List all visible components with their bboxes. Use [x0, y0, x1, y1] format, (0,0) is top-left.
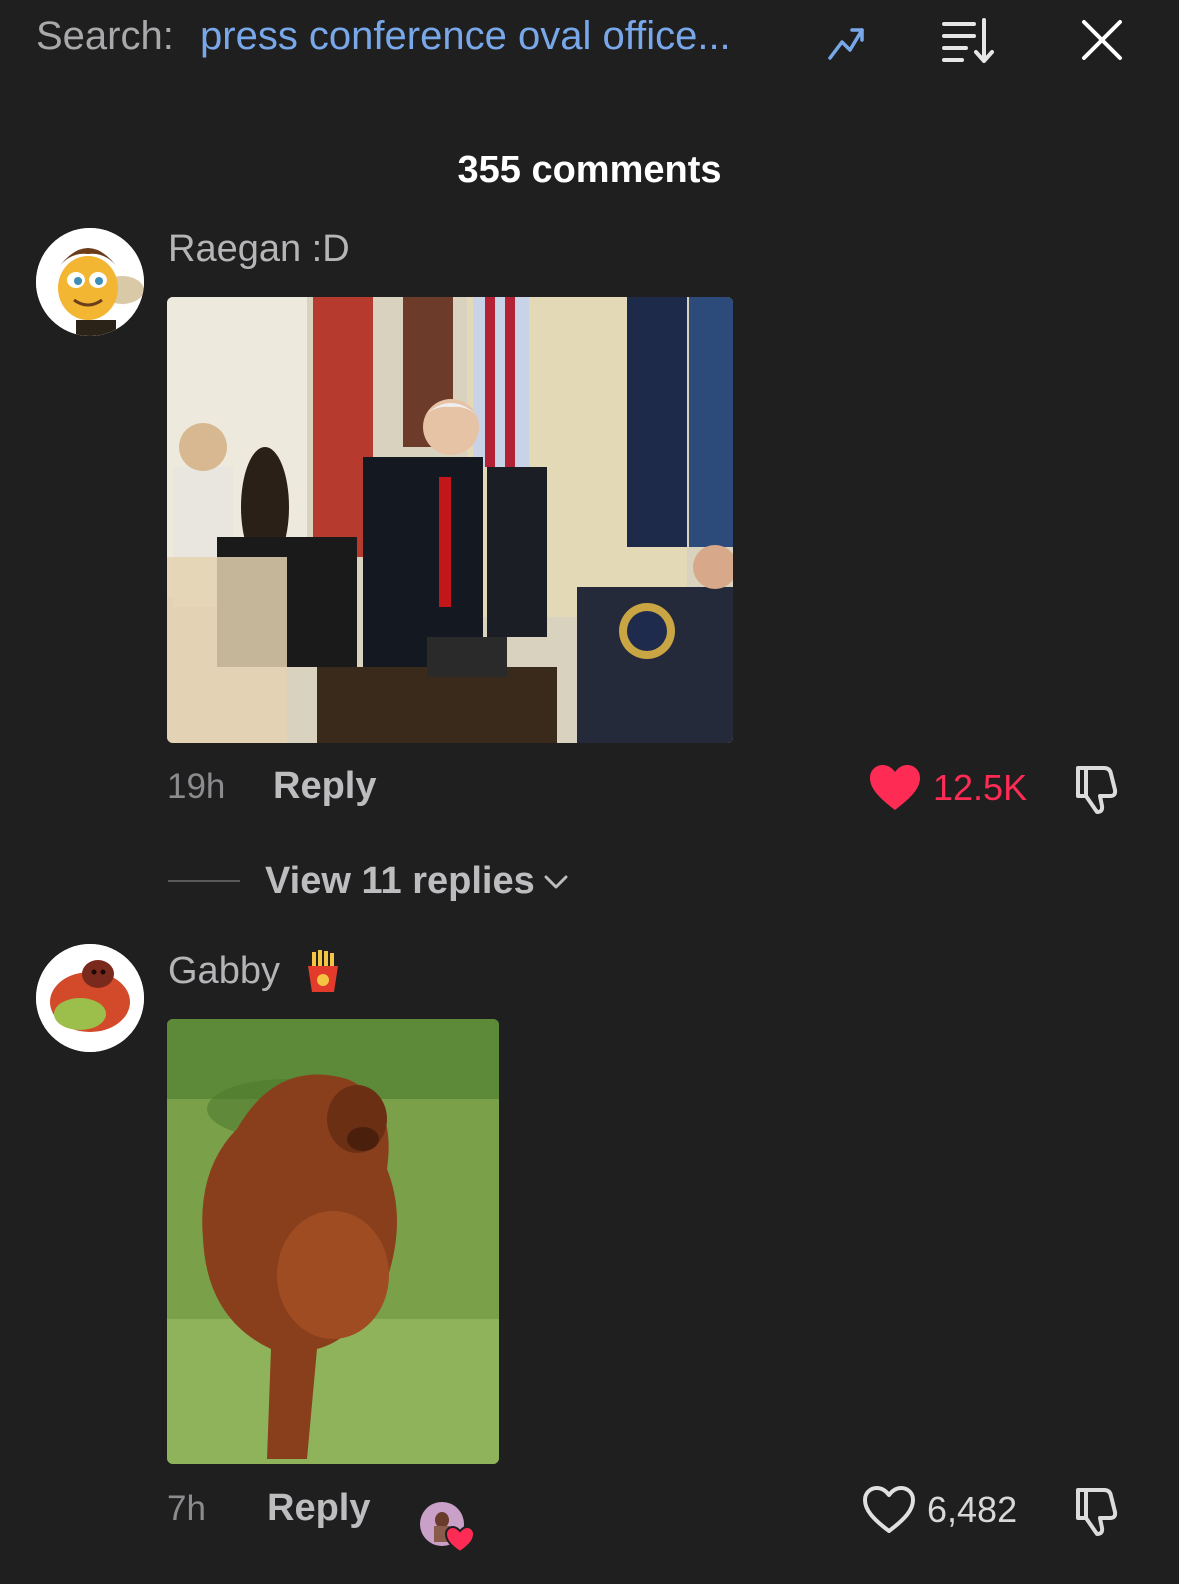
search-label: Search: [36, 14, 174, 58]
avatar[interactable] [36, 228, 144, 336]
close-icon[interactable] [1080, 18, 1124, 62]
fries-emoji-icon [308, 950, 338, 992]
dislike-icon[interactable] [1070, 762, 1122, 814]
orangutan-photo [167, 1019, 499, 1464]
username[interactable]: Raegan :D [168, 228, 350, 271]
heart-icon[interactable] [862, 1485, 916, 1535]
chevron-down-icon[interactable] [542, 868, 570, 896]
search-header: Search: press conference oval office... [0, 0, 1179, 82]
replies-divider [168, 880, 240, 882]
comment-image[interactable] [167, 1019, 499, 1464]
comment-time: 19h [167, 767, 226, 806]
reply-button[interactable]: Reply [273, 765, 376, 808]
trending-icon[interactable] [826, 22, 868, 64]
username[interactable]: Gabby [168, 950, 280, 993]
view-replies-button[interactable]: View 11 replies [265, 860, 535, 903]
avatar[interactable] [36, 944, 144, 1052]
search-query-link[interactable]: press conference oval office... [200, 14, 731, 59]
avatar-image [36, 944, 144, 1052]
like-count: 12.5K [933, 767, 1028, 808]
comment-time: 7h [167, 1489, 206, 1528]
oval-office-photo [167, 297, 733, 743]
dislike-icon[interactable] [1070, 1484, 1122, 1536]
reply-button[interactable]: Reply [267, 1487, 370, 1530]
sort-icon[interactable] [942, 16, 998, 66]
comment-image[interactable] [167, 297, 733, 743]
comments-count: 355 comments [457, 149, 722, 191]
like-count: 6,482 [927, 1489, 1018, 1530]
heart-icon[interactable] [868, 763, 922, 813]
avatar-image [36, 228, 144, 336]
creator-liked-icon [420, 1502, 476, 1554]
